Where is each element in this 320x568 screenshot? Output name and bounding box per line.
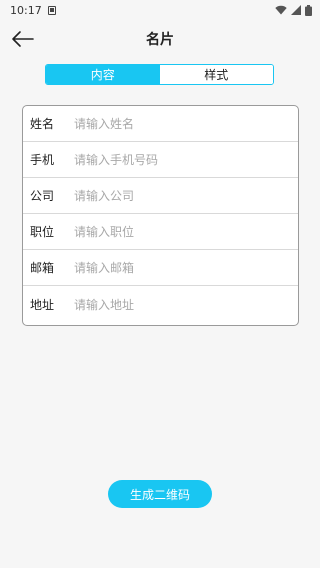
status-left: 10:17 [10, 4, 56, 17]
position-field[interactable] [74, 224, 290, 239]
generate-qr-button[interactable]: 生成二维码 [108, 480, 212, 508]
address-label: 地址 [30, 298, 55, 312]
name-label: 姓名 [30, 117, 55, 131]
page-title: 名片 [146, 32, 174, 48]
phone-label: 手机 [30, 153, 55, 167]
form-row-phone: 手机 [23, 142, 298, 178]
company-field[interactable] [74, 188, 290, 203]
tab-style[interactable]: 样式 [159, 65, 273, 84]
email-label: 邮箱 [30, 261, 55, 275]
status-bar: 10:17 [0, 0, 320, 20]
status-right [275, 4, 312, 16]
position-label: 职位 [30, 225, 55, 239]
form-row-name: 姓名 [23, 106, 298, 142]
name-field[interactable] [74, 116, 290, 131]
form-row-company: 公司 [23, 178, 298, 214]
tab-content[interactable]: 内容 [46, 65, 160, 84]
company-label: 公司 [30, 189, 55, 203]
tab-switcher: 内容 样式 [45, 64, 274, 85]
form-row-email: 邮箱 [23, 250, 298, 286]
battery-icon [305, 4, 312, 16]
business-card-form: 姓名 手机 公司 职位 邮箱 地址 [22, 105, 299, 326]
notification-icon [47, 5, 56, 15]
app-header: 名片 [0, 22, 320, 56]
status-time: 10:17 [10, 3, 42, 17]
form-row-position: 职位 [23, 214, 298, 250]
signal-icon [291, 5, 301, 15]
phone-field[interactable] [74, 152, 290, 167]
app-screen: 10:17 名片 内容 样式 姓名 请输入姓名 手机 请输入手机号码 公司 请输… [0, 0, 320, 568]
email-field[interactable] [74, 260, 290, 275]
address-field[interactable] [74, 297, 290, 312]
wifi-icon [275, 5, 287, 15]
form-row-address: 地址 [23, 286, 298, 323]
